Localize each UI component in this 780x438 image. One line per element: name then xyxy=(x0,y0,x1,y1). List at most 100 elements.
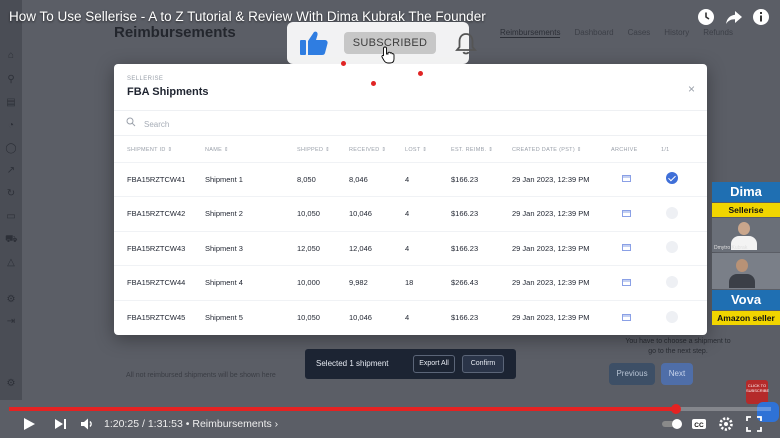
fba-shipments-modal: SELLERISE FBA Shipments × SHIPMENT ID ⇕ … xyxy=(114,64,707,335)
row-select-checkbox[interactable] xyxy=(666,310,678,323)
cell-archive xyxy=(611,230,661,266)
sidebar-documents-icon[interactable]: ▭ xyxy=(5,211,17,223)
tab-dashboard[interactable]: Dashboard xyxy=(574,28,613,38)
row-select-checkbox[interactable] xyxy=(666,275,678,288)
archive-icon[interactable] xyxy=(622,278,631,286)
volume-icon[interactable] xyxy=(79,416,95,432)
app-footnote: All not reimbursed shipments will be sho… xyxy=(126,372,276,379)
cell-created-date: 29 Jan 2023, 12:39 PM xyxy=(512,299,611,335)
cell-shipment-id: FBA15RZTCW43 xyxy=(114,230,205,266)
chapter-separator: • xyxy=(182,418,193,430)
archive-icon[interactable] xyxy=(622,174,631,183)
sidebar-alerts-icon[interactable]: ◔ xyxy=(5,120,17,132)
tab-refunds[interactable]: Refunds xyxy=(703,28,733,38)
row-select-checkbox[interactable] xyxy=(666,206,678,219)
shipments-table: SHIPMENT ID ⇕ NAME ⇕ SHIPPED ⇕ RECEIVED … xyxy=(114,138,707,335)
table-row[interactable]: FBA15RZTCW43 Shipment 3 12,050 12,046 4 … xyxy=(114,230,707,266)
col-selection-count: 1/1 xyxy=(661,146,670,153)
col-received[interactable]: RECEIVED ⇕ xyxy=(349,138,405,162)
sidebar-settings-icon[interactable]: ⚙ xyxy=(5,294,17,306)
watch-later-icon[interactable] xyxy=(697,8,715,26)
cell-shipment-id: FBA15RZTCW44 xyxy=(114,265,205,300)
cell-est-reimb: $166.23 xyxy=(451,230,512,266)
cell-name: Shipment 5 xyxy=(205,299,297,335)
tab-reimbursements[interactable]: Reimbursements xyxy=(500,28,561,38)
cell-archive xyxy=(611,161,661,197)
next-step-hint: You have to choose a shipment to go to t… xyxy=(625,338,731,355)
cell-name: Shipment 1 xyxy=(205,161,297,197)
search-icon xyxy=(126,117,136,127)
sidebar-warning-icon[interactable]: △ xyxy=(5,257,17,269)
archive-icon[interactable] xyxy=(622,313,631,321)
cell-select xyxy=(661,196,707,231)
host1-camera: Dmytro Kubrak xyxy=(712,218,780,252)
click-indicator xyxy=(418,71,423,76)
col-lost[interactable]: LOST ⇕ xyxy=(405,138,451,162)
archive-icon[interactable] xyxy=(622,209,631,217)
table-row[interactable]: FBA15RZTCW42 Shipment 2 10,050 10,046 4 … xyxy=(114,196,707,231)
sidebar-reimbursements-icon[interactable]: ↻ xyxy=(5,188,17,200)
time-display: 1:20:25 / 1:31:53 • Reimbursements › xyxy=(104,418,278,430)
bell-icon[interactable] xyxy=(453,31,479,57)
click-indicator xyxy=(341,61,346,66)
share-icon[interactable] xyxy=(725,8,743,26)
table-row[interactable]: FBA15RZTCW44 Shipment 4 10,000 9,982 18 … xyxy=(114,265,707,300)
next-button[interactable]: Next xyxy=(661,363,693,385)
cell-lost: 4 xyxy=(405,196,451,231)
confirm-button[interactable]: Confirm xyxy=(462,355,504,373)
cell-est-reimb: $166.23 xyxy=(451,299,512,335)
chapter-chevron-icon[interactable]: › xyxy=(272,418,279,430)
duration: 1:31:53 xyxy=(147,418,183,430)
row-select-checkbox[interactable] xyxy=(666,172,678,185)
cell-received: 10,046 xyxy=(349,299,405,335)
cell-name: Shipment 4 xyxy=(205,265,297,300)
cell-lost: 4 xyxy=(405,161,451,197)
sidebar-orders-icon[interactable]: ▤ xyxy=(5,97,17,109)
search-input[interactable] xyxy=(144,116,444,132)
tab-history[interactable]: History xyxy=(664,28,689,38)
sidebar-logout-icon[interactable]: ⇥ xyxy=(5,316,17,328)
close-icon[interactable]: × xyxy=(688,82,695,96)
previous-button[interactable]: Previous xyxy=(609,363,655,385)
click-indicator xyxy=(371,81,376,86)
col-shipped[interactable]: SHIPPED ⇕ xyxy=(297,138,349,162)
app-sidebar: ⌂ ⚲ ▤ ◔ ◯ ↗ ↻ ▭ ⛟ △ ⚙ ⇥ ⚙ xyxy=(0,0,22,400)
col-created-date[interactable]: CREATED DATE (PST) ⇕ xyxy=(512,138,611,162)
tab-cases[interactable]: Cases xyxy=(628,28,651,38)
cell-select xyxy=(661,265,707,300)
captions-icon[interactable]: CC xyxy=(691,416,707,432)
row-select-checkbox[interactable] xyxy=(666,241,678,254)
table-row[interactable]: FBA15RZTCW45 Shipment 5 10,050 10,046 4 … xyxy=(114,299,707,335)
search-row xyxy=(114,110,707,136)
sidebar-messages-icon[interactable]: ◯ xyxy=(5,143,17,155)
cell-name: Shipment 3 xyxy=(205,230,297,266)
table-row[interactable]: FBA15RZTCW41 Shipment 1 8,050 8,046 4 $1… xyxy=(114,161,707,197)
host2-role: Amazon seller xyxy=(712,311,780,325)
play-icon[interactable] xyxy=(21,416,37,432)
col-est-reimb[interactable]: EST. REIMB. ⇕ xyxy=(451,138,512,162)
current-time: 1:20:25 xyxy=(104,418,140,430)
chapter-title[interactable]: Reimbursements xyxy=(192,418,271,430)
cell-est-reimb: $266.43 xyxy=(451,265,512,300)
cell-name: Shipment 2 xyxy=(205,196,297,231)
host1-name: Dima xyxy=(712,182,780,202)
cell-lost: 4 xyxy=(405,230,451,266)
col-shipment-id[interactable]: SHIPMENT ID ⇕ xyxy=(114,138,205,162)
fullscreen-icon[interactable] xyxy=(746,416,762,432)
autoplay-toggle-icon[interactable] xyxy=(661,416,683,432)
click-to-subscribe-badge[interactable]: CLICK TO SUBSCRIBE xyxy=(746,380,769,404)
sidebar-gear-icon[interactable]: ⚙ xyxy=(5,378,17,390)
sidebar-analytics-icon[interactable]: ↗ xyxy=(5,165,17,177)
sidebar-products-icon[interactable]: ⚲ xyxy=(5,74,17,86)
export-all-button[interactable]: Export All xyxy=(413,355,455,373)
settings-icon[interactable] xyxy=(718,416,734,432)
info-icon[interactable] xyxy=(752,8,770,26)
thumbs-up-icon[interactable] xyxy=(299,30,329,56)
sidebar-home-icon[interactable]: ⌂ xyxy=(5,50,17,62)
col-name[interactable]: NAME ⇕ xyxy=(205,138,297,162)
sidebar-shipping-icon[interactable]: ⛟ xyxy=(5,234,18,246)
next-video-icon[interactable] xyxy=(52,416,68,432)
cell-created-date: 29 Jan 2023, 12:39 PM xyxy=(512,265,611,300)
time-separator: / xyxy=(139,418,148,430)
archive-icon[interactable] xyxy=(622,243,631,252)
